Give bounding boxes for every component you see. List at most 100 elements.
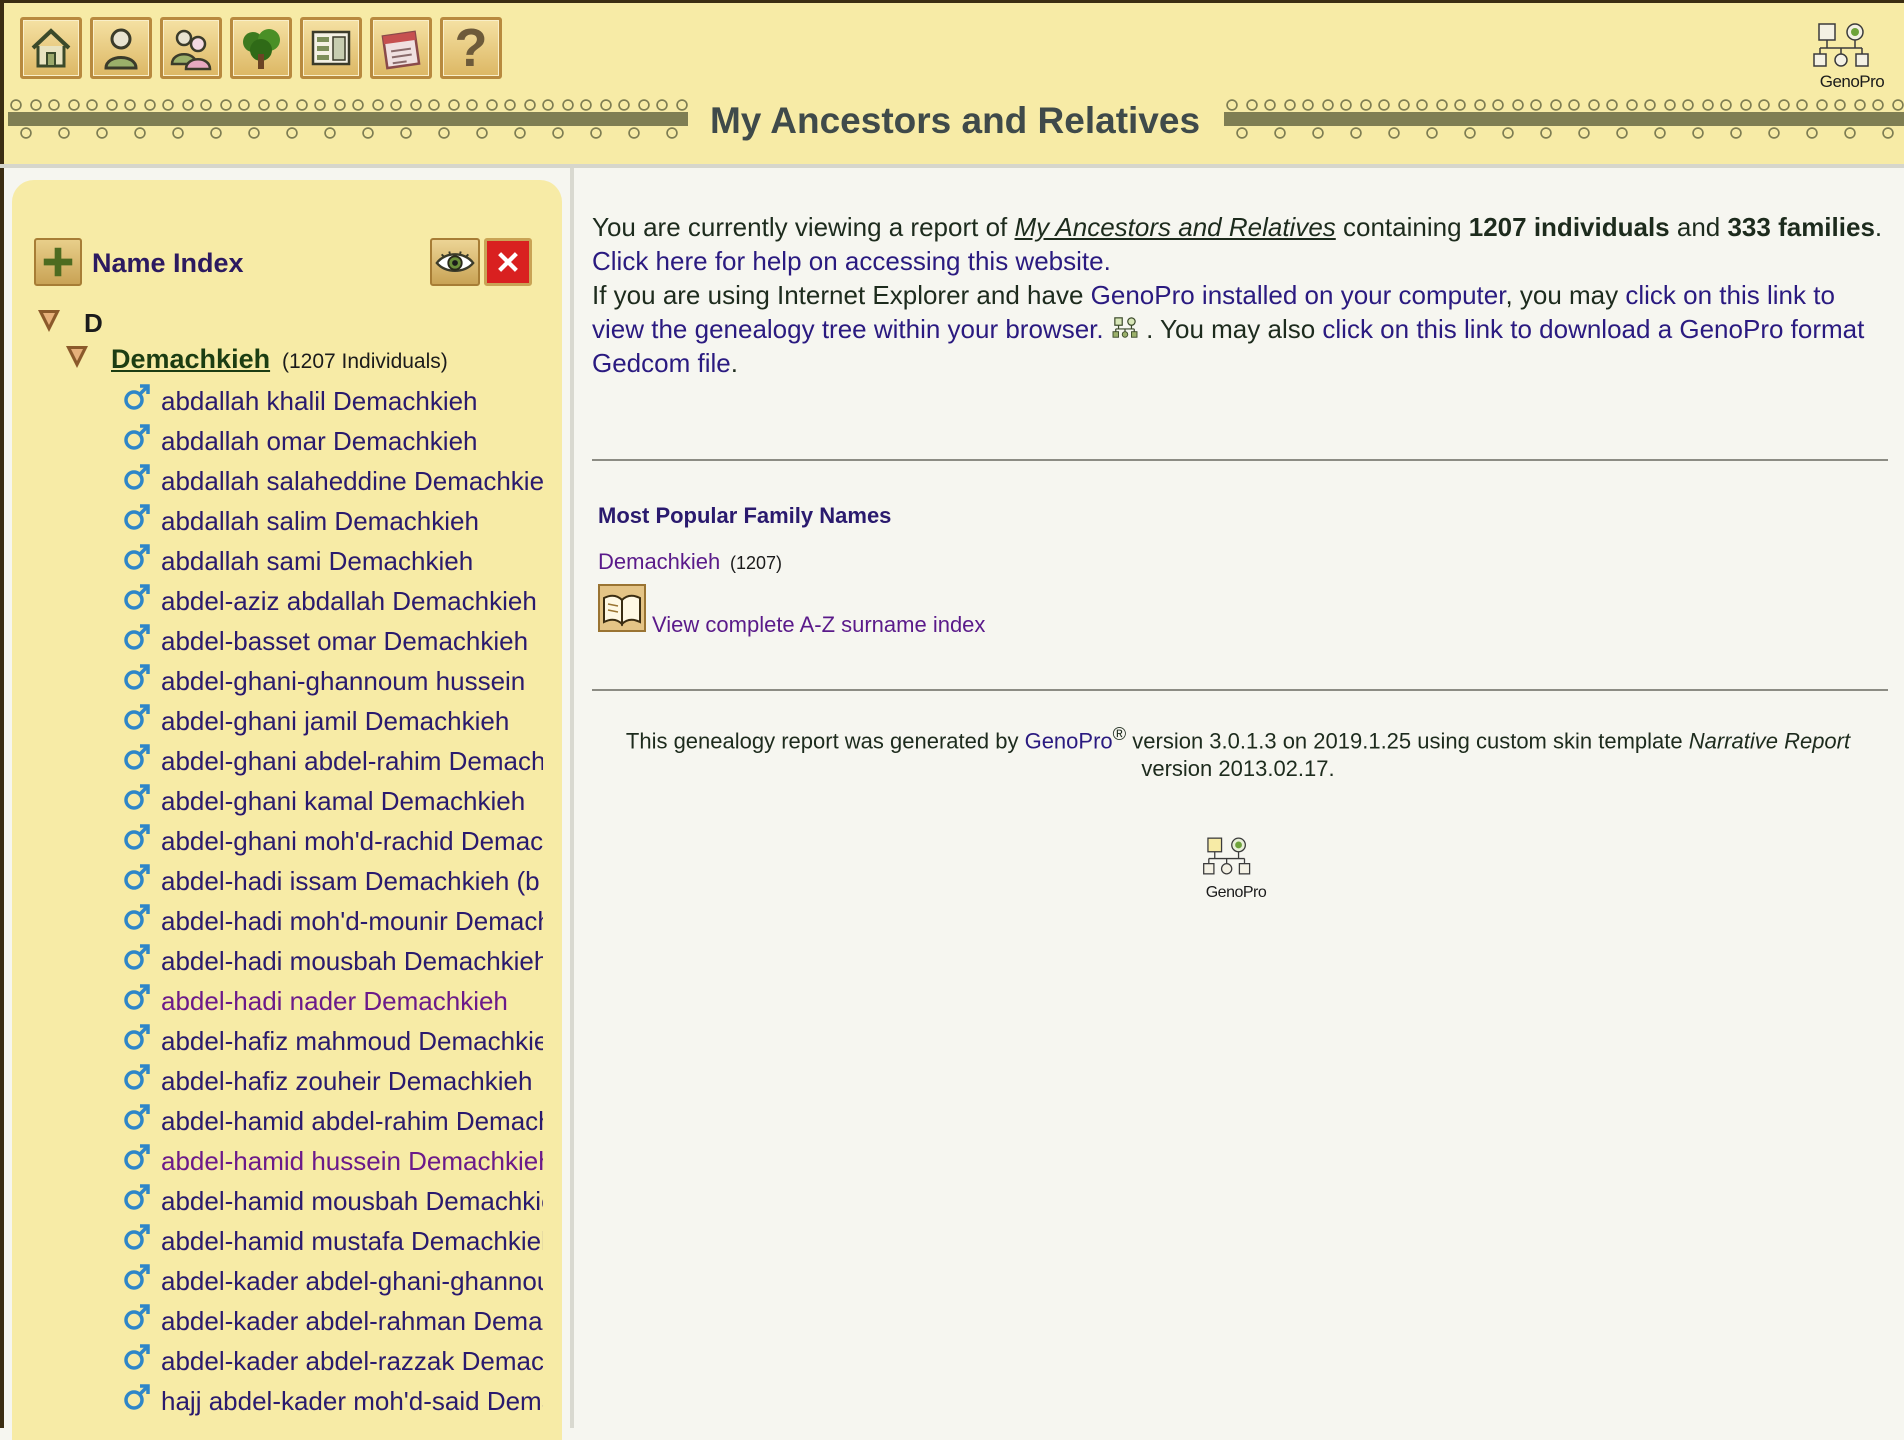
- collapse-surname-icon[interactable]: [66, 346, 88, 368]
- person-list-item[interactable]: abdel-hamid mustafa Demachkieh: [0, 1220, 562, 1260]
- view-button[interactable]: [430, 238, 480, 286]
- male-icon: [124, 1184, 150, 1210]
- intro-text: .: [1874, 212, 1883, 242]
- male-icon: [124, 1264, 150, 1290]
- surname-link[interactable]: Demachkieh: [111, 344, 270, 375]
- chart-button[interactable]: [300, 17, 362, 79]
- individuals-button[interactable]: [90, 17, 152, 79]
- person-list-item[interactable]: abdallah salim Demachkieh: [0, 500, 562, 540]
- person-list-item[interactable]: abdel-ghani moh'd-rachid Demachkieh: [0, 820, 562, 860]
- help-link[interactable]: Click here for help on accessing this we…: [592, 246, 1111, 276]
- person-list-item[interactable]: abdel-kader abdel-rahman Demachkieh: [0, 1300, 562, 1340]
- collapse-letter-icon[interactable]: [38, 310, 60, 332]
- person-name-link[interactable]: abdel-hamid mousbah Demachkieh: [161, 1186, 543, 1217]
- person-name-link[interactable]: abdel-kader abdel-rahman Demachkieh: [161, 1306, 543, 1337]
- registered-mark: ®: [1112, 723, 1127, 744]
- person-name-link[interactable]: abdallah khalil Demachkieh: [161, 386, 543, 417]
- person-name-link[interactable]: abdallah salaheddine Demachkieh: [161, 466, 543, 497]
- person-list-item[interactable]: abdel-hamid hussein Demachkieh: [0, 1140, 562, 1180]
- popular-surname-link[interactable]: Demachkieh: [598, 549, 720, 575]
- person-list-item[interactable]: abdallah salaheddine Demachkieh: [0, 460, 562, 500]
- person-name-link[interactable]: abdel-hafiz mahmoud Demachkieh: [161, 1026, 543, 1057]
- person-list-item[interactable]: abdallah omar Demachkieh: [0, 420, 562, 460]
- person-name-link[interactable]: abdel-ghani kamal Demachkieh: [161, 786, 543, 817]
- letter-heading: D: [84, 308, 103, 338]
- person-list-item[interactable]: abdel-hamid abdel-rahim Demachkieh: [0, 1100, 562, 1140]
- male-icon: [124, 1064, 150, 1090]
- person-list-item[interactable]: abdel-ghani jamil Demachkieh: [0, 700, 562, 740]
- person-name-link[interactable]: abdel-hadi issam Demachkieh (b: [161, 866, 543, 897]
- male-icon: [124, 1024, 150, 1050]
- report-title-text: My Ancestors and Relatives: [1014, 212, 1336, 242]
- male-icon: [124, 664, 150, 690]
- tree-chart-icon[interactable]: [1111, 316, 1139, 340]
- person-list-item[interactable]: abdallah sami Demachkieh: [0, 540, 562, 580]
- person-list-item[interactable]: hajj abdel-kader moh'd-said Demachkieh: [0, 1380, 562, 1420]
- person-list-item[interactable]: abdel-aziz abdallah Demachkieh: [0, 580, 562, 620]
- person-name-link[interactable]: abdel-basset omar Demachkieh: [161, 626, 543, 657]
- calendar-button[interactable]: [370, 17, 432, 79]
- genopro-link[interactable]: GenoPro: [1025, 728, 1113, 753]
- person-list-item[interactable]: abdel-hadi nader Demachkieh: [0, 980, 562, 1020]
- person-list-item[interactable]: abdel-kader abdel-razzak Demachkieh: [0, 1340, 562, 1380]
- header-pattern-left: [8, 96, 688, 148]
- male-icon: [124, 624, 150, 650]
- male-icon: [124, 464, 150, 490]
- home-button[interactable]: [20, 17, 82, 79]
- person-name-link[interactable]: abdel-ghani abdel-rahim Demachkieh: [161, 746, 543, 777]
- person-name-link[interactable]: abdel-aziz abdallah Demachkieh: [161, 586, 543, 617]
- person-list-item[interactable]: abdel-hadi mousbah Demachkieh: [0, 940, 562, 980]
- person-name-link[interactable]: abdallah sami Demachkieh: [161, 546, 543, 577]
- male-icon: [124, 584, 150, 610]
- person-name-link[interactable]: abdel-hadi moh'd-mounir Demachkieh: [161, 906, 543, 937]
- genopro-footer-logo-icon[interactable]: [1202, 834, 1270, 878]
- male-icon: [124, 704, 150, 730]
- header-pattern-right: [1224, 96, 1904, 148]
- person-list-item[interactable]: abdel-kader abdel-ghani-ghannoum: [0, 1260, 562, 1300]
- male-icon: [124, 1224, 150, 1250]
- person-list: abdallah khalil Demachkieh abdallah omar …: [0, 380, 562, 1420]
- person-list-item[interactable]: abdel-ghani kamal Demachkieh: [0, 780, 562, 820]
- person-list-item[interactable]: abdel-hadi issam Demachkieh (b: [0, 860, 562, 900]
- book-icon[interactable]: [598, 584, 646, 632]
- person-name-link[interactable]: abdel-hamid abdel-rahim Demachkieh: [161, 1106, 543, 1137]
- male-icon: [124, 864, 150, 890]
- person-list-item[interactable]: abdel-ghani abdel-rahim Demachkieh: [0, 740, 562, 780]
- person-list-item[interactable]: abdel-hadi moh'd-mounir Demachkieh: [0, 900, 562, 940]
- person-name-link[interactable]: abdel-ghani jamil Demachkieh: [161, 706, 543, 737]
- person-name-link[interactable]: abdel-kader abdel-razzak Demachkieh: [161, 1346, 543, 1377]
- person-icon: [104, 28, 138, 70]
- person-name-link[interactable]: abdel-hadi nader Demachkieh: [161, 986, 543, 1017]
- az-surname-index-link[interactable]: View complete A-Z surname index: [652, 612, 985, 638]
- person-name-link[interactable]: abdallah omar Demachkieh: [161, 426, 543, 457]
- expand-panel-button[interactable]: [34, 238, 82, 286]
- person-name-link[interactable]: abdel-ghani moh'd-rachid Demachkieh: [161, 826, 543, 857]
- person-name-link[interactable]: hajj abdel-kader moh'd-said Demachkieh: [161, 1386, 543, 1417]
- person-name-link[interactable]: abdel-ghani-ghannoum hussein: [161, 666, 543, 697]
- families-button[interactable]: [160, 17, 222, 79]
- person-list-item[interactable]: abdel-hafiz mahmoud Demachkieh: [0, 1020, 562, 1060]
- sidebar-divider: [570, 168, 574, 1428]
- popular-names-heading: Most Popular Family Names: [598, 503, 892, 528]
- person-name-link[interactable]: abdel-hamid hussein Demachkieh: [161, 1146, 543, 1177]
- person-list-item[interactable]: abdel-hamid mousbah Demachkieh: [0, 1180, 562, 1220]
- person-name-link[interactable]: abdallah salim Demachkieh: [161, 506, 543, 537]
- intro-text: You are currently viewing a report of: [592, 212, 1015, 242]
- genopro-installed-link[interactable]: GenoPro installed on your computer: [1091, 280, 1506, 310]
- person-name-link[interactable]: abdel-kader abdel-ghani-ghannoum: [161, 1266, 543, 1297]
- person-name-link[interactable]: abdel-hafiz zouheir Demachkieh: [161, 1066, 543, 1097]
- site-title: My Ancestors and Relatives: [700, 96, 1210, 148]
- close-panel-button[interactable]: [484, 238, 532, 286]
- male-icon: [124, 1344, 150, 1370]
- tree-button[interactable]: [230, 17, 292, 79]
- person-name-link[interactable]: abdel-hamid mustafa Demachkieh: [161, 1226, 543, 1257]
- person-list-item[interactable]: abdel-basset omar Demachkieh: [0, 620, 562, 660]
- footer-text-part: This genealogy report was generated by: [625, 728, 1025, 754]
- person-list-item[interactable]: abdel-hafiz zouheir Demachkieh: [0, 1060, 562, 1100]
- person-list-item[interactable]: abdel-ghani-ghannoum hussein: [0, 660, 562, 700]
- person-list-item[interactable]: abdallah khalil Demachkieh: [0, 380, 562, 420]
- person-name-link[interactable]: abdel-hadi mousbah Demachkieh: [161, 946, 543, 977]
- house-icon: [31, 28, 71, 68]
- intro-text: containing: [1335, 212, 1469, 242]
- help-button[interactable]: ?: [440, 17, 502, 79]
